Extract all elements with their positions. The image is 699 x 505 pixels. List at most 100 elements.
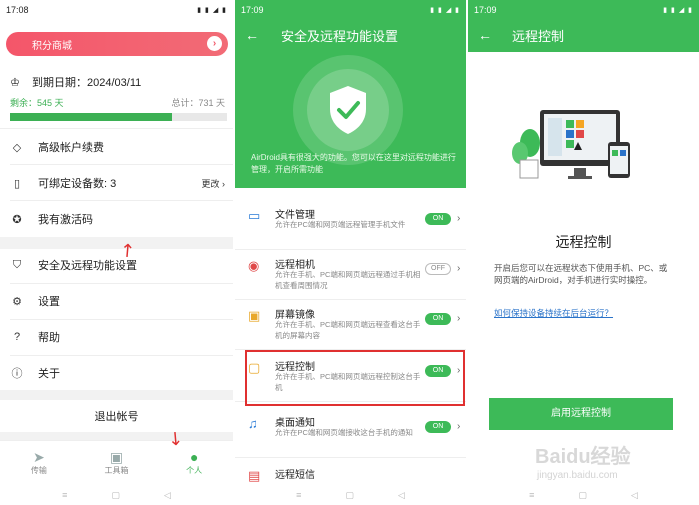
days-total: 总计：731 天 [171, 98, 225, 108]
feature-name: 远程短信 [275, 470, 315, 481]
bell-icon: ♫ [248, 416, 258, 431]
section-gap [0, 432, 233, 440]
menu-label: 可绑定设备数: 3 [38, 178, 117, 190]
security-header: 17:09 ▮ ▮ ◢ ▮ ← 安全及远程功能设置 AirDroid具有很强大的… [235, 0, 466, 188]
menu-nav-icon[interactable]: ≡ [62, 490, 67, 500]
security-description: AirDroid具有很强大的功能。您可以在这里对远程功能进行管理，开启所需功能 [251, 153, 456, 174]
back-arrow-icon[interactable]: ← [245, 27, 259, 43]
chevron-right-icon: › [457, 263, 461, 274]
security-settings-panel: 17:09 ▮ ▮ ◢ ▮ ← 安全及远程功能设置 AirDroid具有很强大的… [235, 0, 466, 505]
mall-label: 积分商城 [32, 40, 72, 52]
menu-help[interactable]: ? 帮助 [0, 320, 233, 354]
feature-item[interactable]: ♫ 桌面通知 允许在PC端和网页端接收这台手机的通知 ON › [235, 406, 466, 458]
feature-toggle[interactable]: ON [425, 213, 451, 225]
feature-item[interactable]: ▭ 文件管理 允许在PC端和网页端远程管理手机文件 ON › [235, 198, 466, 250]
status-bar: 17:09 ▮ ▮ ◢ ▮ [235, 0, 466, 20]
feature-toggle[interactable]: ON [425, 313, 451, 325]
home-nav-icon[interactable]: ▢ [345, 490, 354, 501]
menu-security-settings[interactable]: ⛉ 安全及远程功能设置 [0, 248, 233, 282]
menu-label: 高级帐户续费 [38, 142, 104, 154]
tab-toolbox[interactable]: ▣ 工具箱 [78, 441, 156, 482]
info-icon: ⓘ [11, 368, 23, 380]
system-nav-bar: ≡ ▢ ◁ [235, 485, 466, 505]
home-nav-icon[interactable]: ▢ [578, 490, 587, 501]
subscription-card: ♔ 到期日期：2024/03/11 剩余：545 天 总计：731 天 [0, 66, 233, 121]
account-panel: 17:08 ▮ ▮ ◢ ▮ 积分商城 › ♔ 到期日期：2024/03/11 剩余… [0, 0, 233, 505]
phone-icon: ▯ [13, 177, 21, 190]
menu-renew[interactable]: ◇ 高级帐户续费 [0, 130, 233, 164]
feature-description: 允许在手机、PC端和网页端远程通过手机相机查看周围情况 [275, 270, 421, 290]
remote-header: 17:09 ▮ ▮ ◢ ▮ ← 远程控制 [468, 0, 699, 52]
shield-check-icon [330, 86, 366, 134]
back-nav-icon[interactable]: ◁ [631, 490, 638, 501]
section-gap [0, 390, 233, 400]
background-help-link[interactable]: 如何保持设备持续在后台运行？ [494, 307, 613, 319]
title-bar: ← 安全及远程功能设置 [235, 20, 466, 50]
home-nav-icon[interactable]: ▢ [111, 490, 120, 501]
change-link[interactable]: 更改 › [201, 177, 225, 190]
gear-icon: ⚙ [12, 295, 22, 308]
points-mall-banner[interactable]: 积分商城 › [6, 32, 228, 56]
feature-item[interactable]: ◉ 远程相机 允许在手机、PC端和网页端远程通过手机相机查看周围情况 OFF › [235, 248, 466, 300]
status-time: 17:08 [6, 5, 29, 15]
back-nav-icon[interactable]: ◁ [164, 490, 171, 501]
remote-description: 开启后您可以在远程状态下使用手机、PC、或网页端的AirDroid，对手机进行实… [494, 263, 668, 285]
status-bar: 17:08 ▮ ▮ ◢ ▮ [0, 0, 233, 20]
status-icons: ▮ ▮ ◢ ▮ [197, 7, 227, 14]
remote-control-panel: 17:09 ▮ ▮ ◢ ▮ ← 远程控制 远程控制 开启后您可以在远程状态下使用… [468, 0, 699, 505]
chevron-right-icon: › [457, 421, 461, 432]
crown-icon: ♔ [10, 76, 20, 89]
chevron-right-icon: › [457, 213, 461, 224]
menu-nav-icon[interactable]: ≡ [296, 490, 301, 500]
badge-icon: ✪ [12, 213, 22, 226]
watermark-url: jingyan.baidu.com [537, 470, 618, 481]
system-nav-bar: ≡ ▢ ◁ [0, 485, 233, 505]
menu-nav-icon[interactable]: ≡ [529, 490, 534, 500]
menu-devices[interactable]: ▯ 可绑定设备数: 3 更改 › [0, 166, 233, 200]
status-bar: 17:09 ▮ ▮ ◢ ▮ [468, 0, 699, 20]
status-time: 17:09 [474, 5, 497, 15]
highlight-box [245, 350, 465, 406]
toolbox-icon: ▣ [109, 449, 124, 465]
subscription-progress [10, 113, 227, 121]
status-icons: ▮ ▮ ◢ ▮ [663, 7, 693, 14]
camera-icon: ◉ [248, 258, 260, 273]
send-icon: ➤ [32, 449, 45, 465]
page-title: 安全及远程功能设置 [281, 28, 399, 44]
days-remaining: 剩余：545 天 [10, 98, 64, 108]
watermark-logo: Baidu经验 [535, 446, 631, 468]
diamond-icon: ◇ [12, 141, 22, 154]
progress-fill [10, 113, 172, 121]
status-icons: ▮ ▮ ◢ ▮ [430, 7, 460, 14]
menu-label: 我有激活码 [38, 214, 93, 226]
folder-icon: ▭ [248, 208, 261, 223]
tab-personal[interactable]: ● 个人 [155, 441, 233, 482]
enable-remote-control-button[interactable]: 启用远程控制 [489, 398, 673, 430]
shield-icon: ⛉ [12, 258, 22, 271]
feature-toggle[interactable]: OFF [425, 263, 451, 275]
tab-transfer[interactable]: ➤ 传输 [0, 441, 78, 482]
section-heading: 远程控制 [555, 234, 612, 250]
system-nav-bar: ≡ ▢ ◁ [468, 485, 699, 505]
back-arrow-icon[interactable]: ← [478, 27, 492, 43]
feature-item[interactable]: ▣ 屏幕镜像 允许在手机、PC端和网页端远程查看这台手机的屏幕内容 ON › [235, 298, 466, 350]
feature-description: 允许在PC端和网页端远程管理手机文件 [275, 220, 406, 229]
help-icon: ? [13, 331, 21, 343]
page-title: 远程控制 [512, 28, 565, 44]
remote-control-illustration [512, 110, 630, 179]
menu-settings[interactable]: ⚙ 设置 [0, 284, 233, 318]
menu-activation-code[interactable]: ✪ 我有激活码 [0, 202, 233, 236]
chevron-right-icon: › [457, 313, 461, 324]
title-bar: ← 远程控制 [468, 20, 699, 50]
sms-icon: ▤ [248, 468, 261, 483]
menu-about[interactable]: ⓘ 关于 [0, 356, 233, 390]
menu-label: 设置 [38, 296, 60, 308]
person-icon: ● [189, 449, 199, 465]
feature-description: 允许在PC端和网页端接收这台手机的通知 [275, 428, 413, 437]
logout-button[interactable]: 退出帐号 [0, 400, 233, 434]
shield-graphic [293, 55, 403, 165]
back-nav-icon[interactable]: ◁ [398, 490, 405, 501]
bottom-tab-bar: ➤ 传输 ▣ 工具箱 ● 个人 [0, 440, 233, 482]
feature-description: 允许在手机、PC端和网页端远程查看这台手机的屏幕内容 [275, 320, 421, 340]
feature-toggle[interactable]: ON [425, 421, 451, 433]
